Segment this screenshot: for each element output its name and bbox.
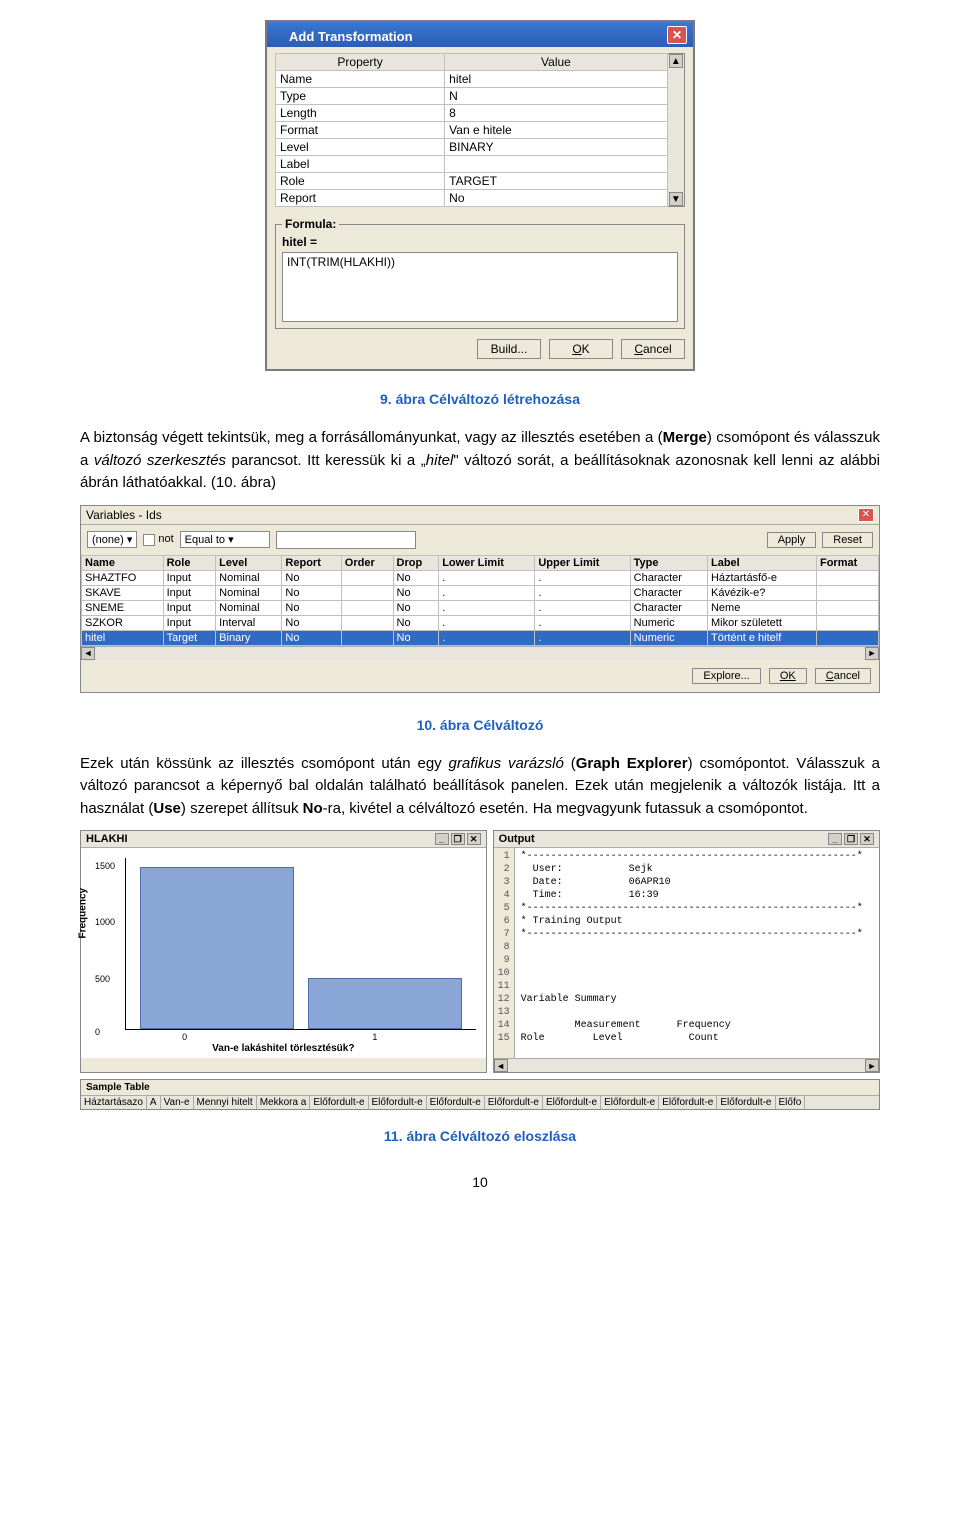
minimize-icon[interactable]: _ (435, 833, 449, 845)
minimize-icon[interactable]: _ (828, 833, 842, 845)
formula-input[interactable]: INT(TRIM(HLAKHI)) (282, 252, 678, 322)
formula-fieldset: Formula: hitel = INT(TRIM(HLAKHI)) (275, 217, 685, 329)
close-icon[interactable]: ✕ (858, 508, 874, 522)
table-row: SHAZTFOInputNominalNoNo..CharacterHáztar… (82, 570, 879, 585)
table-row: SKAVEInputNominalNoNo..CharacterKávézik-… (82, 585, 879, 600)
scroll-down-icon: ▼ (669, 192, 683, 206)
app-icon (273, 25, 289, 41)
bar-chart: Frequency 1500 1000 500 0 0 1 Van-e laká… (81, 848, 486, 1058)
col-value: Value (445, 54, 668, 71)
ok-button[interactable]: OK (549, 339, 613, 359)
val-name[interactable]: hitel (445, 71, 668, 88)
scroll-up-icon: ▲ (669, 54, 683, 68)
paragraph-2: Ezek után kössünk az illesztés csomópont… (80, 753, 880, 821)
h-scrollbar[interactable]: ◄► (81, 646, 879, 660)
figure-10-caption: 10. ábra Célváltozó (80, 717, 880, 733)
variables-table[interactable]: NameRoleLevelReportOrderDropLower LimitU… (81, 555, 879, 646)
table-row-selected: hitelTargetBinaryNoNo..NumericTörtént e … (82, 630, 879, 645)
table-row: SNEMEInputNominalNoNo..CharacterNeme (82, 600, 879, 615)
maximize-icon[interactable]: ❐ (844, 833, 858, 845)
variables-title: Variables - Ids (86, 508, 162, 522)
formula-legend: Formula: (282, 217, 339, 231)
apply-button[interactable]: Apply (767, 532, 817, 548)
output-panel: Output _❐✕ 123456789101112131415 *------… (493, 830, 880, 1073)
filter-op-combo[interactable]: Equal to ▾ (180, 531, 270, 548)
page-number: 10 (80, 1174, 880, 1190)
explore-button[interactable]: Explore... (692, 668, 760, 684)
filter-value-input[interactable] (276, 531, 416, 549)
close-icon[interactable]: ✕ (667, 26, 687, 44)
build-button[interactable]: Build... (477, 339, 541, 359)
property-table: Property Value Namehitel TypeN Length8 F… (275, 53, 668, 207)
figure-9-caption: 9. ábra Célváltozó létrehozása (80, 391, 880, 407)
not-checkbox[interactable]: not (143, 533, 173, 545)
cancel-button[interactable]: Cancel (815, 668, 871, 684)
ok-button[interactable]: OK (769, 668, 807, 684)
filter-column-combo[interactable]: (none) ▾ (87, 531, 137, 548)
add-transformation-dialog: Add Transformation ✕ Property Value Name… (265, 20, 695, 371)
bar-1 (308, 978, 462, 1029)
close-icon[interactable]: ✕ (467, 833, 481, 845)
table-row: SZKORInputIntervalNoNo..NumericMikor szü… (82, 615, 879, 630)
prop-name: Name (276, 71, 445, 88)
output-text[interactable]: 123456789101112131415 *-----------------… (494, 848, 879, 1058)
figure-11-caption: 11. ábra Célváltozó eloszlása (80, 1128, 880, 1144)
output-scrollbar[interactable]: ◄► (494, 1058, 879, 1072)
dialog-titlebar[interactable]: Add Transformation ✕ (267, 22, 693, 47)
cancel-button[interactable]: Cancel (621, 339, 685, 359)
sample-table-title: Sample Table (86, 1082, 150, 1093)
maximize-icon[interactable]: ❐ (451, 833, 465, 845)
reset-button[interactable]: Reset (822, 532, 873, 548)
chart-panel-title: HLAKHI (86, 833, 128, 845)
dialog-title: Add Transformation (289, 29, 413, 44)
output-panel-title: Output (499, 833, 535, 845)
paragraph-1: A biztonság végett tekintsük, meg a forr… (80, 427, 880, 495)
bar-0 (140, 867, 294, 1029)
table-scrollbar[interactable]: ▲▼ (668, 53, 685, 207)
sample-table-headers[interactable]: HáztartásazoAVan-eMennyi hiteltMekkora a… (81, 1096, 879, 1109)
x-axis-label: Van-e lakáshitel törlesztésük? (81, 1043, 486, 1054)
close-icon[interactable]: ✕ (860, 833, 874, 845)
variables-titlebar[interactable]: Variables - Ids ✕ (81, 506, 879, 525)
col-property: Property (276, 54, 445, 71)
sample-table-panel: Sample Table HáztartásazoAVan-eMennyi hi… (80, 1079, 880, 1110)
y-axis-label: Frequency (78, 888, 89, 939)
chart-panel: HLAKHI _❐✕ Frequency 1500 1000 500 0 0 1… (80, 830, 487, 1073)
formula-label: hitel = (282, 235, 678, 249)
variables-window: Variables - Ids ✕ (none) ▾ not Equal to … (80, 505, 880, 693)
